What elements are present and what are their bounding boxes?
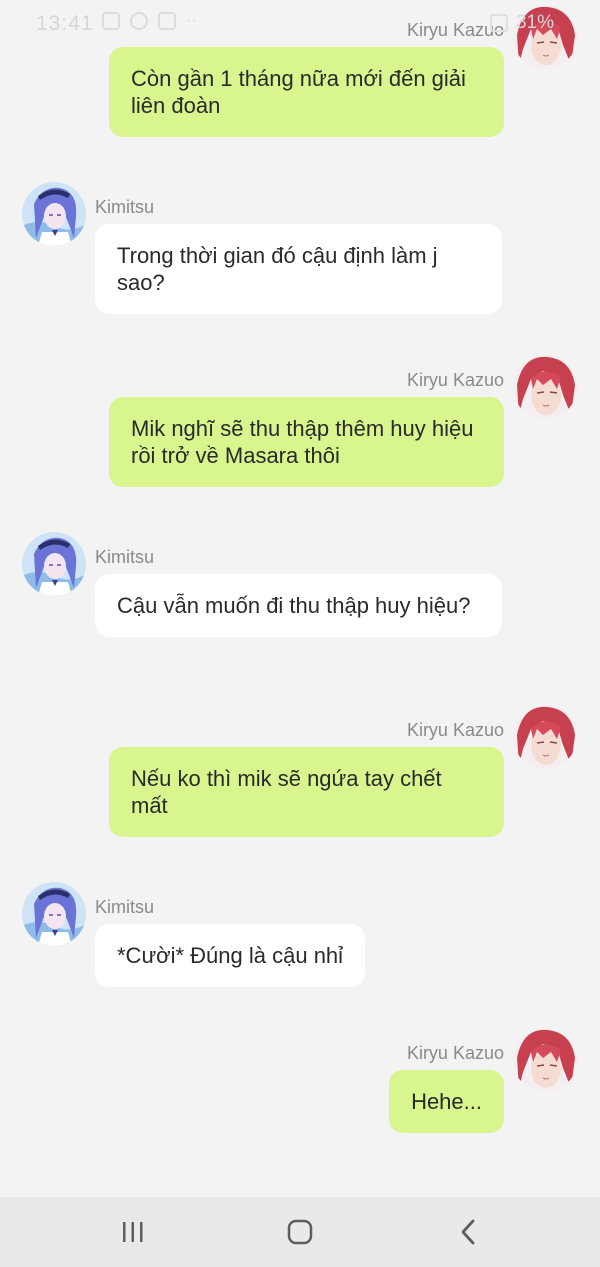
message-bubble[interactable]: Còn gần 1 tháng nữa mới đến giải liên đo…: [109, 47, 504, 137]
avatar-kiryu-kazuo[interactable]: [513, 705, 577, 769]
sender-name: Kiryu Kazuo: [406, 370, 504, 390]
sender-name: Kimitsu: [95, 547, 155, 567]
signal-icon: [489, 14, 508, 32]
more-notifications-icon: ··: [186, 12, 197, 29]
app-notification-icon: [158, 12, 176, 30]
status-bar: 13:41 ·· 31%: [0, 0, 600, 46]
back-button[interactable]: [438, 1216, 498, 1248]
message-bubble[interactable]: Hehe...: [389, 1070, 504, 1133]
sender-name: Kimitsu: [95, 897, 155, 917]
recent-apps-icon: [123, 1222, 143, 1242]
sync-notification-icon: [130, 12, 148, 30]
avatar-kiryu-kazuo[interactable]: [513, 355, 577, 419]
sender-name: Kiryu Kazuo: [406, 720, 504, 740]
home-icon: [287, 1219, 313, 1245]
status-time: 13:41: [36, 12, 94, 35]
battery-percentage: 31%: [515, 12, 554, 33]
message-bubble[interactable]: Mik nghĩ sẽ thu thập thêm huy hiệu rồi t…: [109, 397, 504, 487]
system-navigation-bar: [0, 1197, 600, 1267]
message-bubble[interactable]: Cậu vẫn muốn đi thu thập huy hiệu?: [95, 574, 502, 637]
avatar-kimitsu[interactable]: [22, 532, 86, 596]
message-bubble[interactable]: Trong thời gian đó cậu định làm j sao?: [95, 224, 502, 314]
back-icon: [461, 1219, 475, 1245]
avatar-kimitsu[interactable]: [22, 182, 86, 246]
home-button[interactable]: [270, 1216, 330, 1248]
recent-apps-button[interactable]: [103, 1216, 163, 1248]
sender-name: Kiryu Kazuo: [406, 1043, 504, 1063]
sender-name: Kimitsu: [95, 197, 155, 217]
avatar-kiryu-kazuo[interactable]: [513, 1028, 577, 1092]
avatar-kimitsu[interactable]: [22, 882, 86, 946]
message-bubble[interactable]: *Cười* Đúng là cậu nhỉ: [95, 924, 366, 987]
message-bubble[interactable]: Nếu ko thì mik sẽ ngứa tay chết mất: [109, 747, 504, 837]
gallery-notification-icon: [102, 12, 120, 30]
status-notification-icons: ··: [102, 12, 197, 30]
status-system-icons: 31%: [489, 12, 554, 34]
